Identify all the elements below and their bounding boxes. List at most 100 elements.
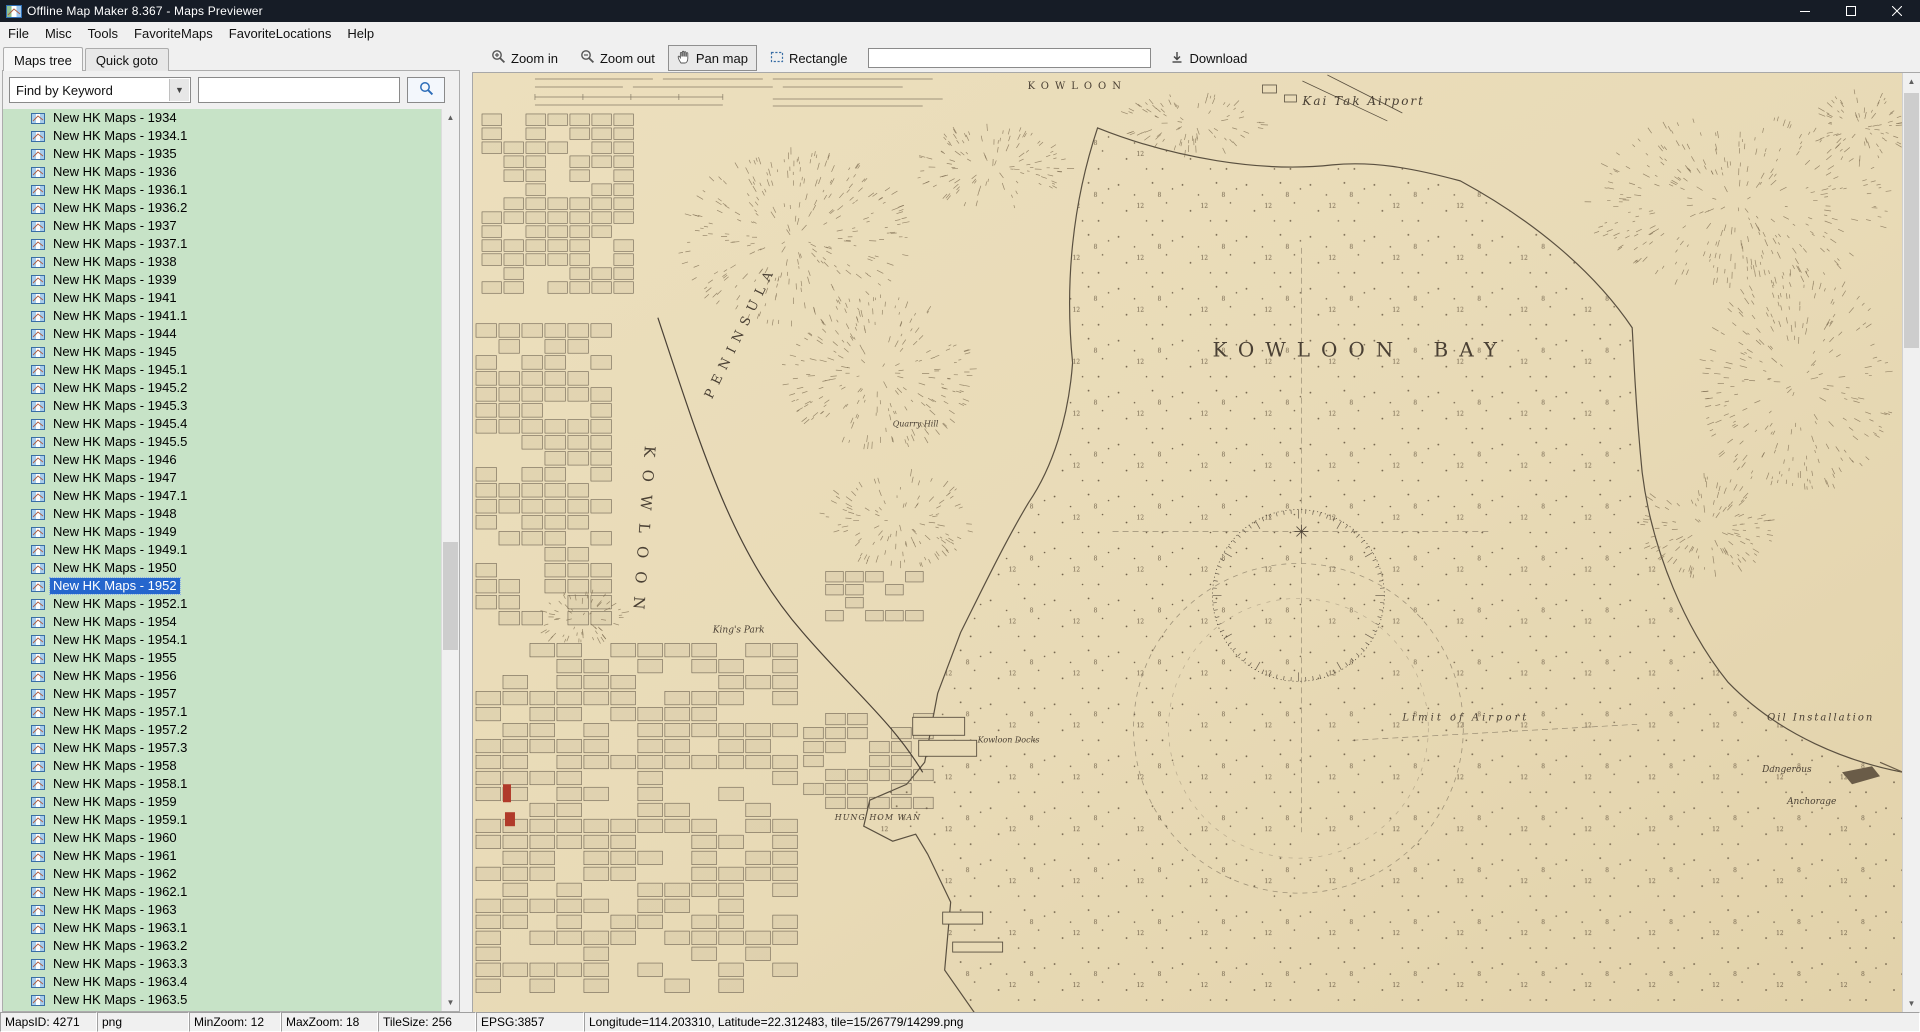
tree-item[interactable]: New HK Maps - 1947.1 xyxy=(3,487,459,505)
map-sheet-icon xyxy=(31,689,45,700)
status-bar: MapsID: 4271pngMinZoom: 12MaxZoom: 18Til… xyxy=(0,1012,1920,1032)
tree-item[interactable]: New HK Maps - 1946 xyxy=(3,451,459,469)
tree-item[interactable]: New HK Maps - 1941.1 xyxy=(3,307,459,325)
map-viewport[interactable]: 12 8 xyxy=(473,73,1903,1012)
menu-item-misc[interactable]: Misc xyxy=(37,24,80,43)
tree-item[interactable]: New HK Maps - 1941 xyxy=(3,289,459,307)
tree-item[interactable]: New HK Maps - 1961 xyxy=(3,847,459,865)
tree-item[interactable]: New HK Maps - 1955 xyxy=(3,649,459,667)
tree-item[interactable]: New HK Maps - 1949 xyxy=(3,523,459,541)
tree-item-label: New HK Maps - 1945.3 xyxy=(50,398,190,414)
menu-item-help[interactable]: Help xyxy=(339,24,382,43)
tree-item[interactable]: New HK Maps - 1963.2 xyxy=(3,937,459,955)
tree-item-label: New HK Maps - 1941.1 xyxy=(50,308,190,324)
tree-item[interactable]: New HK Maps - 1963.3 xyxy=(3,955,459,973)
pan-map-button[interactable]: Pan map xyxy=(668,45,757,71)
tree-item[interactable]: New HK Maps - 1960 xyxy=(3,829,459,847)
tree-item[interactable]: New HK Maps - 1937 xyxy=(3,217,459,235)
tree-item-label: New HK Maps - 1947 xyxy=(50,470,180,486)
scroll-down-icon[interactable]: ▼ xyxy=(442,994,459,1011)
tree-item[interactable]: New HK Maps - 1963.4 xyxy=(3,973,459,991)
map-sheet-icon xyxy=(31,797,45,808)
scroll-up-icon[interactable]: ▲ xyxy=(1903,73,1920,90)
tree-item[interactable]: New HK Maps - 1948 xyxy=(3,505,459,523)
tree-item[interactable]: New HK Maps - 1952.1 xyxy=(3,595,459,613)
map-sheet-icon xyxy=(31,707,45,718)
tree-item[interactable]: New HK Maps - 1963 xyxy=(3,901,459,919)
tree-item-label: New HK Maps - 1962 xyxy=(50,866,180,882)
tree-item-label: New HK Maps - 1947.1 xyxy=(50,488,190,504)
map-sheet-icon xyxy=(31,509,45,520)
tree-item[interactable]: New HK Maps - 1950 xyxy=(3,559,459,577)
tree-item[interactable]: New HK Maps - 1936.1 xyxy=(3,181,459,199)
tree-item[interactable]: New HK Maps - 1954 xyxy=(3,613,459,631)
tree-item[interactable]: New HK Maps - 1957 xyxy=(3,685,459,703)
map-scrollbar-thumb[interactable] xyxy=(1904,93,1919,348)
download-button[interactable]: Download xyxy=(1161,46,1256,71)
tree-item[interactable]: New HK Maps - 1939 xyxy=(3,271,459,289)
tab-maps-tree[interactable]: Maps tree xyxy=(3,47,83,71)
menu-item-favoritelocations[interactable]: FavoriteLocations xyxy=(221,24,340,43)
left-panel: Maps tree Quick goto Find by Keyword ▼ N… xyxy=(0,44,462,1012)
menu-item-tools[interactable]: Tools xyxy=(80,24,126,43)
tree-item[interactable]: New HK Maps - 1958 xyxy=(3,757,459,775)
search-button[interactable] xyxy=(407,77,445,103)
tree-item[interactable]: New HK Maps - 1934.1 xyxy=(3,127,459,145)
tree-item-label: New HK Maps - 1957.2 xyxy=(50,722,190,738)
tree-item[interactable]: New HK Maps - 1938 xyxy=(3,253,459,271)
tree-item[interactable]: New HK Maps - 1945 xyxy=(3,343,459,361)
zoom-out-button[interactable]: Zoom out xyxy=(571,45,664,71)
tree-item-label: New HK Maps - 1936 xyxy=(50,164,180,180)
tree-item[interactable]: New HK Maps - 1963.1 xyxy=(3,919,459,937)
tree-item[interactable]: New HK Maps - 1957.1 xyxy=(3,703,459,721)
tree-item[interactable]: New HK Maps - 1934 xyxy=(3,109,459,127)
tree-item[interactable]: New HK Maps - 1962.1 xyxy=(3,883,459,901)
minimize-button[interactable] xyxy=(1782,0,1828,22)
tree-scrollbar-thumb[interactable] xyxy=(443,542,458,650)
map-scrollbar[interactable]: ▲ ▼ xyxy=(1902,73,1920,1012)
tree-item[interactable]: New HK Maps - 1962 xyxy=(3,865,459,883)
tree-item[interactable]: New HK Maps - 1945.1 xyxy=(3,361,459,379)
keyword-input[interactable] xyxy=(198,77,400,103)
map-sheet-icon xyxy=(31,617,45,628)
rectangle-button[interactable]: Rectangle xyxy=(761,47,857,70)
zoom-out-icon xyxy=(580,49,595,67)
map-sheet-icon xyxy=(31,851,45,862)
find-mode-dropdown[interactable]: Find by Keyword ▼ xyxy=(9,77,191,103)
scroll-down-icon[interactable]: ▼ xyxy=(1903,995,1920,1012)
scroll-up-icon[interactable]: ▲ xyxy=(442,109,459,126)
zoom-in-button[interactable]: Zoom in xyxy=(482,45,567,71)
tree-item[interactable]: New HK Maps - 1952 xyxy=(3,577,459,595)
tree-item[interactable]: New HK Maps - 1944 xyxy=(3,325,459,343)
tree-item[interactable]: New HK Maps - 1954.1 xyxy=(3,631,459,649)
tree-item[interactable]: New HK Maps - 1959 xyxy=(3,793,459,811)
menu-item-favoritemaps[interactable]: FavoriteMaps xyxy=(126,24,221,43)
tree-scrollbar[interactable]: ▲▼ xyxy=(441,109,459,1011)
maximize-button[interactable] xyxy=(1828,0,1874,22)
tree-item[interactable]: New HK Maps - 1956 xyxy=(3,667,459,685)
tree-item[interactable]: New HK Maps - 1936.2 xyxy=(3,199,459,217)
tree-item[interactable]: New HK Maps - 1958.1 xyxy=(3,775,459,793)
tree-item[interactable]: New HK Maps - 1963.5 xyxy=(3,991,459,1009)
coordinate-input[interactable] xyxy=(868,48,1151,68)
tree-item[interactable]: New HK Maps - 1936 xyxy=(3,163,459,181)
tree-item[interactable]: New HK Maps - 1945.2 xyxy=(3,379,459,397)
menu-item-file[interactable]: File xyxy=(0,24,37,43)
tree-item[interactable]: New HK Maps - 1959.1 xyxy=(3,811,459,829)
tree-item[interactable]: New HK Maps - 1945.4 xyxy=(3,415,459,433)
panel-splitter[interactable] xyxy=(462,44,472,1012)
tree-item[interactable]: New HK Maps - 1947 xyxy=(3,469,459,487)
tree-item[interactable]: New HK Maps - 1935 xyxy=(3,145,459,163)
tree-item-label: New HK Maps - 1959.1 xyxy=(50,812,190,828)
tree-item[interactable]: New HK Maps - 1945.5 xyxy=(3,433,459,451)
tree-item[interactable]: New HK Maps - 1945.3 xyxy=(3,397,459,415)
tab-quick-goto[interactable]: Quick goto xyxy=(85,48,169,71)
tree-item[interactable]: New HK Maps - 1949.1 xyxy=(3,541,459,559)
map-sheet-icon xyxy=(31,347,45,358)
map-sheet-icon xyxy=(31,671,45,682)
tree-item[interactable]: New HK Maps - 1937.1 xyxy=(3,235,459,253)
close-button[interactable] xyxy=(1874,0,1920,22)
tree-item[interactable]: New HK Maps - 1957.3 xyxy=(3,739,459,757)
pan-map-label: Pan map xyxy=(696,51,748,66)
tree-item[interactable]: New HK Maps - 1957.2 xyxy=(3,721,459,739)
